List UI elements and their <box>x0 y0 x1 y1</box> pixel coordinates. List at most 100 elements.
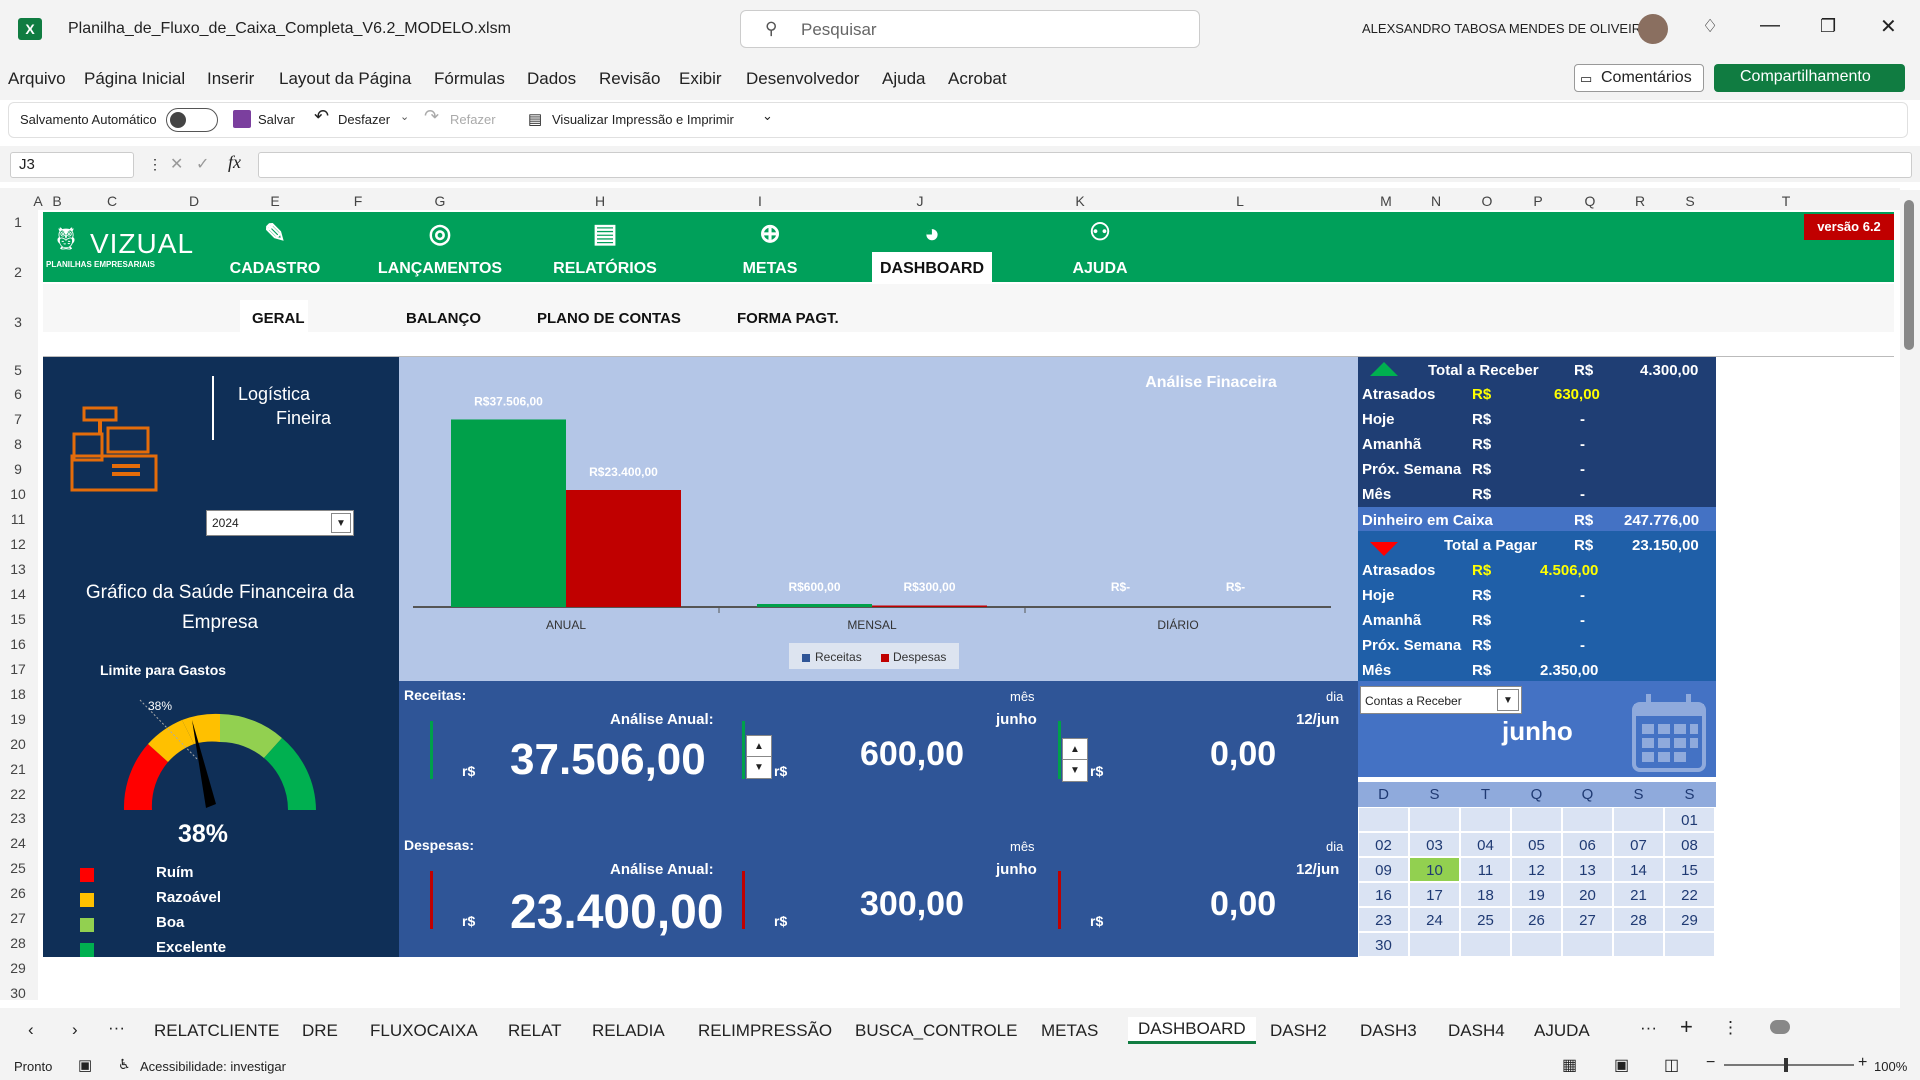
calendar-day[interactable]: 08 <box>1664 832 1715 857</box>
row-header-25[interactable]: 25 <box>0 860 36 876</box>
lightbulb-icon[interactable]: ♢ <box>1702 16 1718 37</box>
sheet-tab-dash3[interactable]: DASH3 <box>1360 1021 1417 1041</box>
spin-button[interactable]: ▲ ▼ <box>1062 738 1088 782</box>
dropdown-arrow-icon[interactable]: ▼ <box>1497 689 1519 711</box>
sheet-tab-relat[interactable]: RELAT <box>508 1021 562 1041</box>
share-button[interactable]: Compartilhamento <box>1714 64 1905 92</box>
sheet-tab-relatcliente[interactable]: RELATCLIENTE <box>154 1021 279 1041</box>
next-sheet-icon[interactable]: › <box>72 1020 78 1040</box>
pencil-icon[interactable]: ✎ <box>215 218 335 249</box>
customize-qat-icon[interactable]: ⌄ <box>762 108 773 124</box>
row-header-8[interactable]: 8 <box>0 436 36 452</box>
horizontal-scrollbar[interactable] <box>1760 1020 1880 1036</box>
help-person-icon[interactable]: ⚇ <box>1040 218 1160 247</box>
spin-up-icon[interactable]: ▲ <box>1063 739 1087 760</box>
row-header-10[interactable]: 10 <box>0 486 36 502</box>
calendar-day[interactable]: 02 <box>1358 832 1409 857</box>
save-icon[interactable] <box>233 110 251 128</box>
options-icon[interactable]: ⋮ <box>1722 1018 1739 1038</box>
column-header-A[interactable]: A <box>30 193 46 209</box>
row-header-13[interactable]: 13 <box>0 561 36 577</box>
more-icon[interactable]: ⋮ <box>148 156 162 173</box>
macro-record-icon[interactable]: ▣ <box>78 1056 92 1074</box>
calendar-day[interactable]: 19 <box>1511 882 1562 907</box>
undo-button[interactable]: Desfazer <box>338 112 390 127</box>
save-button[interactable]: Salvar <box>258 112 295 127</box>
column-header-H[interactable]: H <box>592 193 608 209</box>
column-header-L[interactable]: L <box>1232 193 1248 209</box>
row-header-23[interactable]: 23 <box>0 810 36 826</box>
row-header-21[interactable]: 21 <box>0 761 36 777</box>
sheet-tab-dre[interactable]: DRE <box>302 1021 338 1041</box>
zoom-in-icon[interactable]: + <box>1858 1054 1867 1072</box>
nav-cadastro[interactable]: CADASTRO <box>215 260 335 278</box>
row-header-7[interactable]: 7 <box>0 411 36 427</box>
row-header-20[interactable]: 20 <box>0 736 36 752</box>
search-box[interactable]: ⚲ Pesquisar <box>740 10 1200 48</box>
calendar-day[interactable]: 03 <box>1409 832 1460 857</box>
nav-dashboard[interactable]: DASHBOARD <box>872 260 992 278</box>
nav-relatorios[interactable]: RELATÓRIOS <box>545 260 665 278</box>
column-header-G[interactable]: G <box>432 193 448 209</box>
row-header-9[interactable]: 9 <box>0 461 36 477</box>
page-layout-icon[interactable]: ▣ <box>1614 1055 1629 1075</box>
spin-button[interactable]: ▲ ▼ <box>746 735 772 779</box>
subtab-geral[interactable]: GERAL <box>252 310 305 327</box>
calendar-day[interactable]: 09 <box>1358 857 1409 882</box>
calendar-day[interactable]: 10 <box>1409 857 1460 882</box>
enter-icon[interactable]: ✓ <box>196 154 209 174</box>
row-header-2[interactable]: 2 <box>0 264 36 280</box>
row-header-30[interactable]: 30 <box>0 985 36 1001</box>
prev-sheet-icon[interactable]: ‹ <box>28 1020 34 1040</box>
spin-down-icon[interactable]: ▼ <box>747 757 771 778</box>
calendar-day[interactable]: 21 <box>1613 882 1664 907</box>
menu-exibir[interactable]: Exibir <box>679 69 722 89</box>
calendar-day[interactable]: 15 <box>1664 857 1715 882</box>
sheet-tab-reladia[interactable]: RELADIA <box>592 1021 665 1041</box>
row-header-14[interactable]: 14 <box>0 586 36 602</box>
sheet-tab-relimpresso[interactable]: RELIMPRESSÃO <box>698 1021 832 1041</box>
row-header-24[interactable]: 24 <box>0 835 36 851</box>
menu-layoutdapgina[interactable]: Layout da Página <box>279 69 411 89</box>
menu-desenvolvedor[interactable]: Desenvolvedor <box>746 69 859 89</box>
row-header-28[interactable]: 28 <box>0 935 36 951</box>
column-header-N[interactable]: N <box>1428 193 1444 209</box>
menu-ajuda[interactable]: Ajuda <box>882 69 925 89</box>
more-sheets-icon[interactable]: ··· <box>108 1018 125 1038</box>
row-header-19[interactable]: 19 <box>0 711 36 727</box>
column-header-D[interactable]: D <box>186 193 202 209</box>
spin-down-icon[interactable]: ▼ <box>1063 760 1087 781</box>
formula-input[interactable] <box>258 152 1912 178</box>
column-header-K[interactable]: K <box>1072 193 1088 209</box>
row-header-22[interactable]: 22 <box>0 786 36 802</box>
dropdown-arrow-icon[interactable]: ▼ <box>331 513 351 533</box>
nav-metas[interactable]: METAS <box>710 260 830 278</box>
sheet-tab-ajuda[interactable]: AJUDA <box>1534 1021 1590 1041</box>
vertical-scrollbar[interactable] <box>1900 190 1920 1008</box>
sheet-tab-dashboard[interactable]: DASHBOARD <box>1128 1017 1256 1044</box>
minimize-icon[interactable]: — <box>1760 14 1780 37</box>
nav-lancamentos[interactable]: LANÇAMENTOS <box>370 260 510 278</box>
calendar-day[interactable]: 27 <box>1562 907 1613 932</box>
target-icon[interactable]: ◎ <box>380 218 500 249</box>
calendar-day[interactable]: 07 <box>1613 832 1664 857</box>
calendar-day[interactable]: 25 <box>1460 907 1511 932</box>
user-name[interactable]: ALEXSANDRO TABOSA MENDES DE OLIVEIRA <box>1362 21 1650 36</box>
calendar-day[interactable]: 06 <box>1562 832 1613 857</box>
calendar-day[interactable]: 11 <box>1460 857 1511 882</box>
row-header-5[interactable]: 5 <box>0 362 36 378</box>
print-preview-icon[interactable]: ▤ <box>528 110 542 128</box>
row-header-6[interactable]: 6 <box>0 386 36 402</box>
autosave-toggle[interactable] <box>166 108 218 132</box>
calendar-day[interactable]: 23 <box>1358 907 1409 932</box>
column-header-C[interactable]: C <box>104 193 120 209</box>
accessibility-icon[interactable]: ♿︎ <box>118 1056 131 1073</box>
name-box[interactable]: J3 <box>10 152 134 178</box>
menu-inserir[interactable]: Inserir <box>207 69 254 89</box>
row-header-15[interactable]: 15 <box>0 611 36 627</box>
column-header-P[interactable]: P <box>1530 193 1546 209</box>
pie-chart-icon[interactable]: ◕ <box>872 218 992 249</box>
calendar-day[interactable]: 17 <box>1409 882 1460 907</box>
close-icon[interactable]: ✕ <box>1880 14 1897 39</box>
nav-ajuda[interactable]: AJUDA <box>1040 260 1160 278</box>
